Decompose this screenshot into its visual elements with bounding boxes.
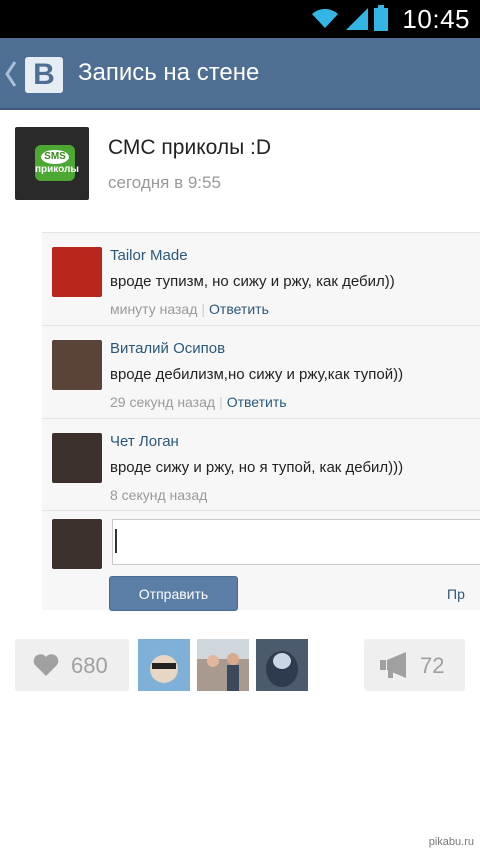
liker-avatar[interactable] [256,639,308,691]
comment-meta: минуту назад | Ответить [110,301,269,317]
post-author-name[interactable]: СМС приколы :D [108,136,271,160]
liker-photo [150,655,178,683]
like-count: 680 [71,653,108,678]
post-author-avatar[interactable]: SMS приколы [15,127,89,200]
comment-avatar[interactable] [52,247,102,297]
comment-item: Виталий Осипов вроде дебилизм,но сижу и … [42,325,480,417]
vk-logo[interactable]: B [25,57,63,93]
liker-photo [197,639,249,691]
send-button[interactable]: Отправить [109,576,238,611]
page-title: Запись на стене [78,59,260,86]
comment-meta: 29 секунд назад | Ответить [110,394,287,410]
status-icons [310,5,388,31]
share-count: 72 [420,653,445,678]
chevron-left-icon[interactable] [4,60,18,88]
liker-avatar[interactable] [197,639,249,691]
comment-time: минуту назад [110,301,198,317]
comment-item: Tailor Made вроде тупизм, но сижу и ржу,… [42,232,480,324]
clock: 10:45 [402,4,470,34]
comment-author[interactable]: Tailor Made [110,247,188,264]
current-user-avatar [52,519,102,569]
watermark: pikabu.ru [428,836,474,848]
sms-logo-bottom: приколы [35,164,79,175]
sms-logo-top: SMS [41,150,69,164]
meta-separator: | [201,301,206,317]
comment-avatar[interactable] [52,340,102,390]
comment-item: Чет Логан вроде сижу и ржу, но я тупой, … [42,418,480,510]
liker-photo [266,651,298,687]
heart-icon [33,654,59,676]
sms-logo: SMS приколы [35,145,79,181]
post-timestamp: сегодня в 9:55 [108,173,221,192]
comment-avatar[interactable] [52,433,102,483]
megaphone-icon [380,652,406,678]
comment-text: вроде сижу и ржу, но я тупой, как дебил)… [110,459,404,476]
comment-time: 29 секунд назад [110,394,216,410]
reply-form [42,510,480,610]
reply-link[interactable]: Ответить [209,301,269,317]
battery-icon [374,5,388,31]
comments-section: Tailor Made вроде тупизм, но сижу и ржу,… [42,232,480,611]
comment-meta: 8 секунд назад [110,487,207,503]
share-button[interactable]: 72 [364,639,465,691]
comment-text: вроде тупизм, но сижу и ржу, как дебил)) [110,273,395,290]
wifi-icon [312,8,338,28]
comment-text: вроде дебилизм,но сижу и ржу,как тупой)) [110,366,404,383]
text-caret [115,529,117,553]
like-button[interactable]: 680 [15,639,129,691]
liker-avatar[interactable] [138,639,190,691]
meta-separator: | [219,394,223,410]
comment-time: 8 секунд назад [110,487,208,503]
comment-author[interactable]: Виталий Осипов [110,340,225,357]
reply-link[interactable]: Ответить [227,394,287,410]
comment-input[interactable] [112,519,480,565]
app-header: B Запись на стене [0,38,480,110]
signal-icon [346,8,368,30]
comment-author[interactable]: Чет Логан [110,433,179,450]
attach-link[interactable]: Пр [447,586,465,602]
status-bar: 10:45 [0,0,480,38]
